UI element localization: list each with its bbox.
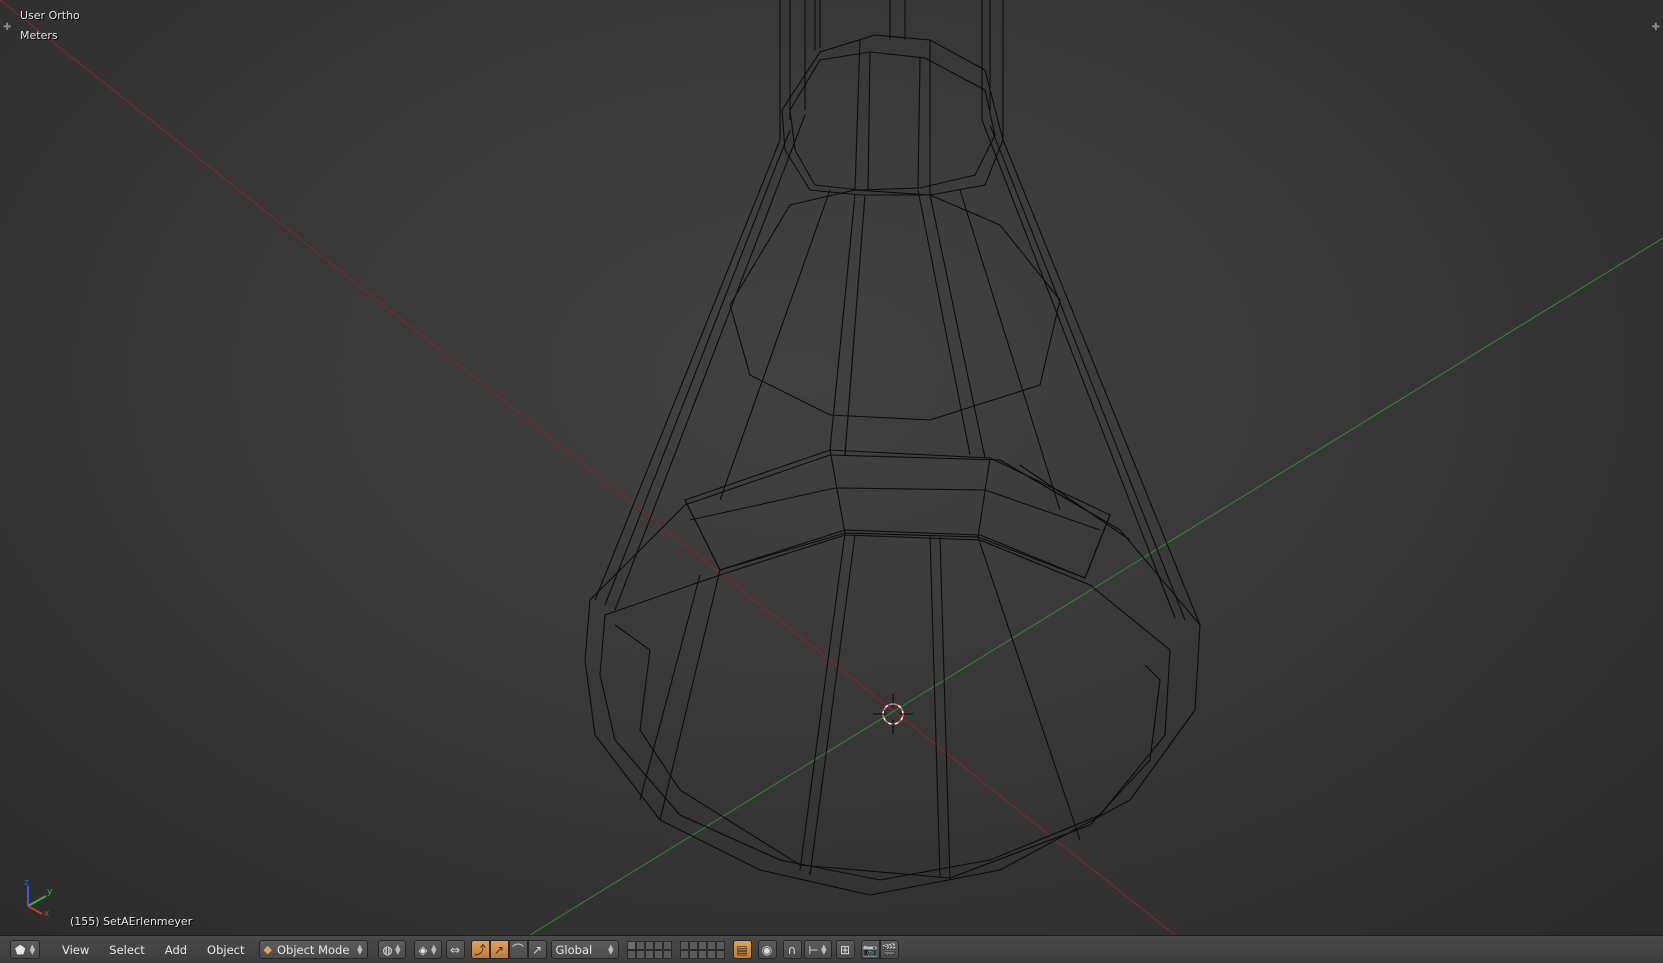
layer-19[interactable] [706,949,716,959]
proportional-editing-icon[interactable]: ◉ [757,940,777,959]
snap-element-selector[interactable]: ⊢ ▲ ▼ [803,940,832,959]
editor-type-selector[interactable]: ⬟ ▲ ▼ [10,940,40,959]
axis-gizmo: y x z [24,878,53,916]
layer-10[interactable] [715,940,725,950]
manipulator-toggle-icon[interactable]: ⇔ [445,940,465,959]
erlenmeyer-wireframe [584,0,1201,896]
transform-orientation-selector[interactable]: Global ▲ ▼ [550,940,619,959]
layers-group-2[interactable] [679,940,725,959]
updown-arrows-icon: ▲ ▼ [608,942,614,956]
manipulator-group: ⤴ ↗ ⌒ ↗ [470,940,547,959]
layer-7[interactable] [688,940,698,950]
updown-arrows-icon: ▲ ▼ [395,942,401,956]
render-still-icon[interactable]: 📷 [860,940,880,959]
mode-label: Object Mode [276,942,350,957]
layer-3[interactable] [644,940,654,950]
layer-8[interactable] [697,940,707,950]
shading-sphere-icon: ◍ [382,942,393,957]
mode-selector[interactable]: ◆ Object Mode ▲ ▼ [258,940,368,959]
layer-15[interactable] [662,949,672,959]
lock-camera-layers-icon[interactable]: ▤ [732,940,752,959]
pivot-point-selector[interactable]: ◈ ▲ ▼ [413,940,442,959]
area-split-icon[interactable]: ✚ [3,22,11,33]
area-split-icon[interactable]: ✚ [1652,22,1660,33]
orientation-label: Global [555,942,593,957]
layer-16[interactable] [679,949,689,959]
layer-11[interactable] [626,949,636,959]
rotate-manipulator-icon[interactable]: ↗ [489,940,509,959]
x-axis-line [0,0,1176,935]
menu-view[interactable]: View [52,940,99,960]
layer-17[interactable] [688,949,698,959]
updown-arrows-icon: ▲ ▼ [431,942,437,956]
transform-icon[interactable]: ↗ [527,940,547,959]
layer-9[interactable] [706,940,716,950]
scene-wireframe [0,0,1663,935]
snap-toggle-icon[interactable]: ∩ [782,940,802,959]
menu-object[interactable]: Object [197,940,254,960]
layers-group-1[interactable] [626,940,672,959]
layer-13[interactable] [644,949,654,959]
layer-2[interactable] [635,940,645,950]
updown-arrows-icon: ▲ ▼ [357,942,363,956]
scale-manipulator-icon[interactable]: ⌒ [508,940,528,959]
render-group: 📷 🎬 [860,940,899,959]
pivot-icon: ◈ [418,942,428,957]
3d-view-header: ⬟ ▲ ▼ View Select Add Object ◆ Object Mod… [0,935,1663,963]
updown-arrows-icon: ▲ ▼ [29,942,35,956]
gizmo-y-label: y [47,887,53,897]
y-axis-line [529,237,1663,935]
layer-6[interactable] [679,940,689,950]
object-info-label: (155) SetAErlenmeyer [70,915,193,928]
3d-view-icon: ⬟ [15,942,26,957]
gizmo-x-label: x [44,909,50,916]
render-animation-icon[interactable]: 🎬 [879,940,899,959]
units-label: Meters [20,29,58,42]
updown-arrows-icon: ▲ ▼ [821,942,827,956]
snap-target-icon[interactable]: ⊞ [835,940,855,959]
object-cube-icon: ◆ [263,943,272,956]
layer-20[interactable] [715,949,725,959]
layer-5[interactable] [662,940,672,950]
layer-18[interactable] [697,949,707,959]
layer-1[interactable] [626,940,636,950]
menu-add[interactable]: Add [155,940,197,960]
layer-4[interactable] [653,940,663,950]
menu-select[interactable]: Select [99,940,154,960]
gizmo-z-label: z [24,878,29,888]
view-name-label: User Ortho [20,9,80,22]
layer-14[interactable] [653,949,663,959]
3d-viewport[interactable]: User Ortho Meters (155) SetAErlenmeyer ✚… [0,0,1663,935]
translate-manipulator-icon[interactable]: ⤴ [470,940,490,959]
snap-increment-icon: ⊢ [808,942,819,957]
layer-12[interactable] [635,949,645,959]
viewport-shading-selector[interactable]: ◍ ▲ ▼ [377,940,406,959]
